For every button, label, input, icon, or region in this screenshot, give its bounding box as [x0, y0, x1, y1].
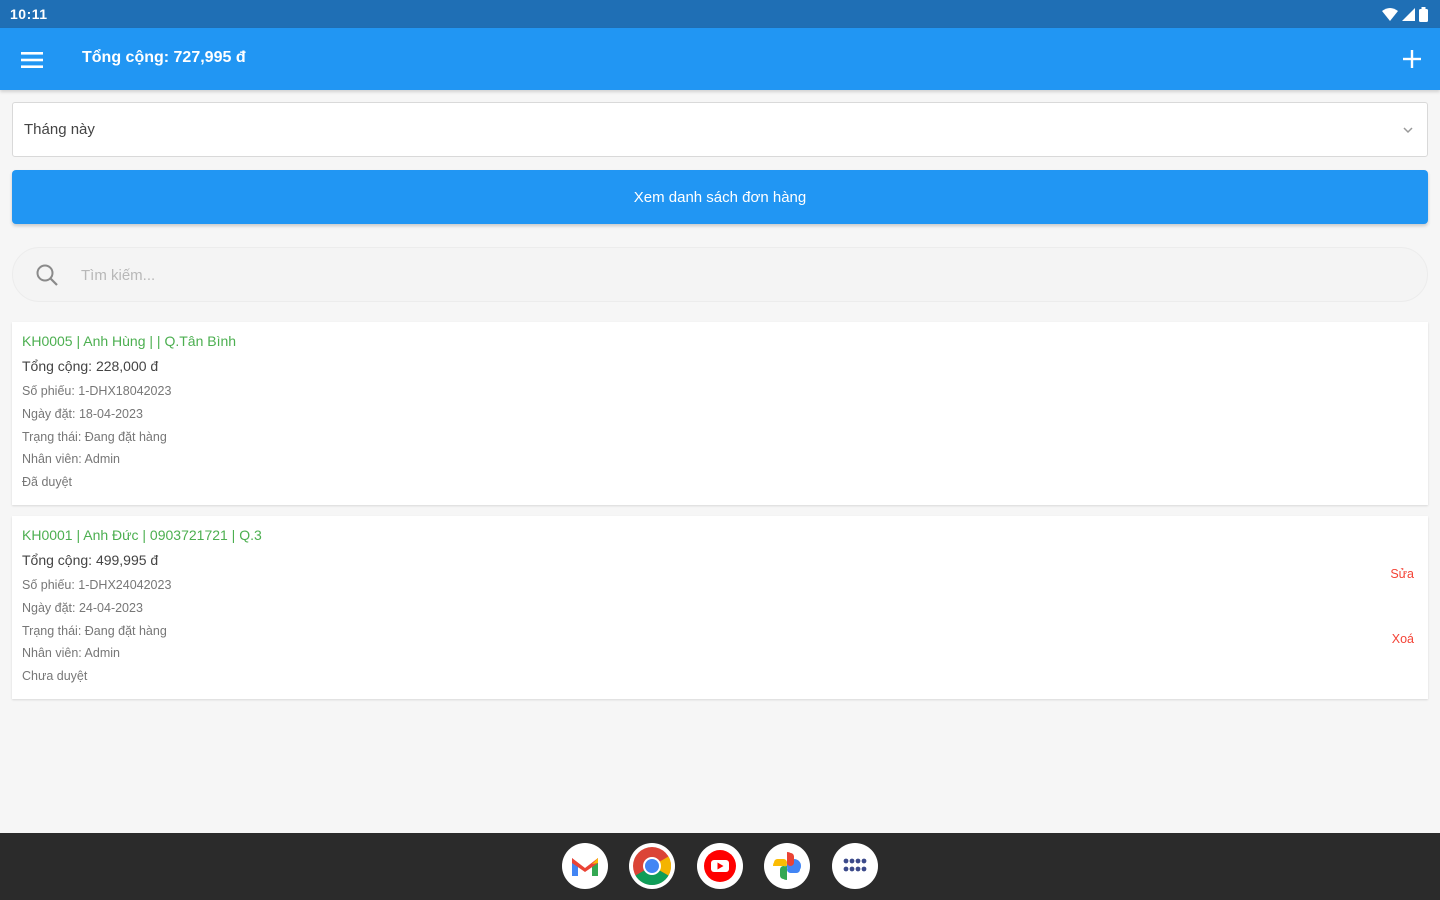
approval-status: Chưa duyệt [22, 669, 88, 683]
search-input[interactable] [81, 260, 1381, 290]
order-date: Ngày đặt: 24-04-2023 [22, 601, 143, 615]
customer-header: KH0005 | Anh Hùng | | Q.Tân Bình [22, 333, 237, 349]
order-status: Trạng thái: Đang đặt hàng [22, 624, 167, 638]
page-title: Tổng cộng: 727,995 đ [82, 49, 246, 66]
order-employee: Nhân viên: Admin [22, 646, 120, 660]
menu-icon [21, 52, 43, 68]
taskbar-dock [0, 833, 1440, 900]
status-time: 10:11 [10, 6, 48, 22]
status-icons [1382, 6, 1428, 22]
chevron-down-icon [1403, 127, 1413, 134]
view-orders-button[interactable]: Xem danh sách đơn hàng [12, 170, 1428, 224]
period-select-value: Tháng này [24, 121, 95, 138]
menu-button[interactable] [18, 46, 46, 74]
delete-order-button[interactable]: Xoá [1392, 632, 1414, 646]
app-bar: Tổng cộng: 727,995 đ [0, 28, 1440, 90]
status-bar: 10:11 [0, 0, 1440, 28]
order-employee: Nhân viên: Admin [22, 452, 120, 466]
ticket-number: Số phiếu: 1-DHX24042023 [22, 578, 172, 592]
approval-status: Đã duyệt [22, 475, 73, 489]
photos-icon[interactable] [764, 843, 810, 889]
order-card[interactable]: KH0005 | Anh Hùng | | Q.Tân Bình Tổng cộ… [12, 322, 1428, 505]
edit-order-button[interactable]: Sửa [1390, 567, 1414, 581]
order-status: Trạng thái: Đang đặt hàng [22, 430, 167, 444]
order-total: Tổng cộng: 228,000 đ [22, 358, 159, 374]
wifi-icon [1382, 7, 1398, 21]
battery-icon [1419, 6, 1428, 22]
ticket-number: Số phiếu: 1-DHX18042023 [22, 384, 172, 398]
add-order-button[interactable] [1398, 45, 1426, 73]
order-date: Ngày đặt: 18-04-2023 [22, 407, 143, 421]
order-card[interactable]: KH0001 | Anh Đức | 0903721721 | Q.3 Tổng… [12, 516, 1428, 699]
app-drawer-icon[interactable] [832, 843, 878, 889]
order-total: Tổng cộng: 499,995 đ [22, 552, 159, 568]
signal-icon [1402, 7, 1415, 21]
gmail-icon[interactable] [562, 843, 608, 889]
chrome-icon[interactable] [629, 843, 675, 889]
customer-header: KH0001 | Anh Đức | 0903721721 | Q.3 [22, 527, 262, 543]
plus-icon [1403, 50, 1421, 68]
search-box [12, 247, 1428, 302]
youtube-icon[interactable] [697, 843, 743, 889]
period-select[interactable]: Tháng này [12, 102, 1428, 157]
search-icon [36, 264, 58, 286]
